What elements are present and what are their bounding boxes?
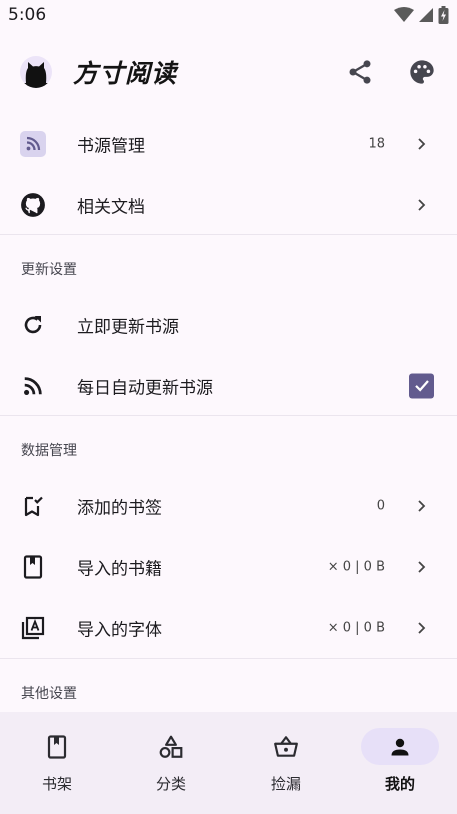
docs-row[interactable]: 相关文档 [0,174,457,235]
nav-tab-bookshelf[interactable]: 书架 [0,712,114,814]
nav-pill [132,728,210,765]
bookmarks-row[interactable]: 添加的书签 0 [0,475,457,536]
nav-label: 书架 [41,775,72,793]
imported-books-row[interactable]: 导入的书籍 × 0 | 0 B [0,536,457,597]
nav-tab-category[interactable]: 分类 [114,712,228,814]
signal-icon [419,8,433,22]
nav-pill [247,728,325,765]
rss-feed-icon [20,373,46,399]
nav-tab-mine[interactable]: 我的 [343,712,457,814]
person-icon [391,738,409,755]
update-now-row[interactable]: 立即更新书源 [0,294,457,355]
imported-fonts-stats: × 0 | 0 B [327,620,385,635]
divider [0,234,457,235]
divider [0,658,457,659]
daily-update-row[interactable]: 每日自动更新书源 [0,355,457,416]
book-icon [47,734,67,759]
wifi-icon [394,7,414,22]
book-source-label: 书源管理 [77,136,145,156]
nav-tab-deals[interactable]: 捡漏 [229,712,343,814]
section-title-update: 更新设置 [21,262,77,278]
nav-label: 我的 [384,775,415,793]
section-title-other: 其他设置 [21,686,77,702]
update-now-label: 立即更新书源 [77,317,179,337]
section-title-data: 数据管理 [21,443,77,459]
docs-label: 相关文档 [77,197,145,217]
bookmarks-label: 添加的书签 [77,498,162,518]
checkmark-icon [414,380,429,392]
imported-fonts-row[interactable]: 导入的字体 × 0 | 0 B [0,597,457,658]
basket-icon [274,735,298,757]
nav-label: 分类 [155,775,186,793]
status-bar: 5:06 [0,0,457,34]
share-button[interactable] [346,58,374,86]
chevron-right-icon [418,560,426,573]
chevron-right-icon [418,499,426,512]
font-library-icon [20,615,46,641]
app-logo-icon [20,56,52,88]
rss-feed-icon [20,130,46,157]
refresh-icon [20,312,46,338]
nav-label: 捡漏 [270,775,301,793]
divider [0,415,457,416]
nav-pill [18,728,96,765]
imported-books-label: 导入的书籍 [77,559,162,579]
app-title: 方寸阅读 [73,59,178,88]
book-source-count: 18 [368,136,385,151]
daily-update-label: 每日自动更新书源 [77,378,213,398]
daily-update-checkbox[interactable] [409,373,434,398]
bookmarks-count: 0 [376,498,385,513]
share-icon [349,60,371,84]
imported-fonts-label: 导入的字体 [77,620,162,640]
theme-palette-button[interactable] [408,58,436,86]
chevron-right-icon [418,198,426,211]
chevron-right-icon [418,621,426,634]
shapes-icon [159,735,183,758]
top-app-bar: 方寸阅读 [0,46,457,98]
book-source-row[interactable]: 书源管理 18 [0,113,457,174]
status-time: 5:06 [8,5,47,25]
book-icon [20,554,46,580]
battery-icon [438,6,449,24]
bookmark-added-icon [20,493,46,519]
github-icon [20,192,46,218]
status-icons [394,6,449,24]
nav-pill-active [361,728,439,765]
imported-books-stats: × 0 | 0 B [327,559,385,574]
palette-icon [410,60,434,84]
chevron-right-icon [418,137,426,150]
bottom-navigation: 书架 分类 捡漏 我的 [0,712,457,814]
